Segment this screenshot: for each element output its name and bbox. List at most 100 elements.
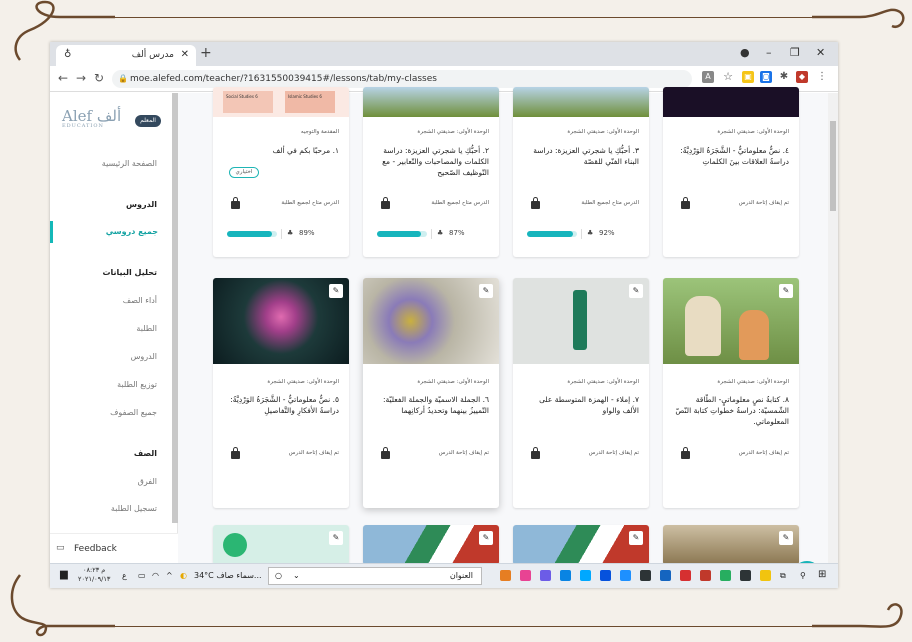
chrome-icon[interactable] — [720, 570, 731, 581]
forward-button[interactable]: → — [76, 71, 86, 85]
app-icon[interactable] — [680, 570, 691, 581]
clock[interactable]: م ٠٨:٢٣ ٢٠٢١/٠٩/١٣ — [78, 566, 110, 584]
extensions-puzzle-icon[interactable]: ✱ — [778, 71, 790, 83]
edit-icon[interactable]: ✎ — [479, 531, 493, 545]
app-icon[interactable] — [640, 570, 651, 581]
lock-icon[interactable] — [531, 447, 540, 459]
new-tab-button[interactable]: + — [200, 45, 212, 61]
extension-icon[interactable]: ◆ — [796, 71, 808, 83]
lock-icon[interactable] — [681, 197, 690, 209]
scrollbar-thumb[interactable] — [830, 121, 836, 211]
progress-percent: 87% — [449, 229, 465, 237]
lesson-card-5[interactable]: ✎ الوحدة الأولى: صديقتي الشجرة ٥. نصٌّ م… — [213, 278, 349, 508]
alef-logo[interactable]: Alef ألف EDUCATION — [62, 107, 121, 129]
extension-icon[interactable]: ▣ — [742, 71, 754, 83]
lesson-card-3[interactable]: الوحدة الأولى: صديقتي الشجرة ٣. أحبُّكِ … — [513, 87, 649, 257]
sidebar-scrollbar[interactable] — [172, 93, 178, 523]
card-title[interactable]: ٢. أحبُّكِ يا شجرتي العزيزة: دراسة الكلم… — [371, 145, 489, 178]
sidebar-item-all-classes[interactable]: جميع الصفوف — [110, 408, 157, 417]
store-icon[interactable] — [740, 570, 751, 581]
card-title[interactable]: ٧. إملاء - الهمزة المتوسطة على الألف وال… — [521, 394, 639, 416]
bookmark-star-icon[interactable]: ☆ — [722, 71, 734, 83]
lock-icon[interactable] — [231, 447, 240, 459]
lesson-card-12[interactable]: ✎ — [663, 525, 799, 565]
card-title[interactable]: ٥. نصٌّ معلوماتيٌّ - الشَّجَرَةُ الوَرْد… — [221, 394, 339, 416]
extension-icon[interactable]: ◙ — [760, 71, 772, 83]
search-icon[interactable]: ⚲ — [800, 571, 806, 580]
close-window-button[interactable]: ✕ — [816, 46, 825, 59]
file-explorer-icon[interactable] — [760, 570, 771, 581]
sidebar-item-students[interactable]: الطلبة — [136, 324, 157, 333]
restore-button[interactable]: ❐ — [790, 46, 800, 59]
active-indicator — [50, 221, 53, 243]
unlock-icon[interactable] — [531, 197, 540, 209]
lock-icon[interactable] — [381, 447, 390, 459]
lesson-card-11[interactable]: ✎ — [513, 525, 649, 565]
reload-button[interactable]: ↻ — [94, 71, 104, 85]
battery-icon[interactable]: ▭ — [138, 571, 146, 580]
sidebar-item-teams[interactable]: الفرق — [138, 477, 157, 486]
lesson-card-7[interactable]: ✎ الوحدة الأولى: صديقتي الشجرة ٧. إملاء … — [513, 278, 649, 508]
app-icon[interactable] — [700, 570, 711, 581]
url-input[interactable]: 🔒 moe.alefed.com/teacher/?1631550039415#… — [112, 70, 692, 88]
edit-icon[interactable]: ✎ — [779, 284, 793, 298]
app-icon[interactable] — [560, 570, 571, 581]
lesson-card-2[interactable]: الوحدة الأولى: صديقتي الشجرة ٢. أحبُّكِ … — [363, 87, 499, 257]
browser-tab[interactable]: ♁ مدرس ألف ✕ — [56, 45, 196, 66]
edit-icon[interactable]: ✎ — [329, 284, 343, 298]
lesson-card-10[interactable]: ✎ — [363, 525, 499, 565]
edit-icon[interactable]: ✎ — [629, 531, 643, 545]
wifi-icon[interactable]: ◠ — [152, 571, 159, 580]
sidebar-item-class-performance[interactable]: أداء الصف — [123, 296, 157, 305]
card-status: تم إيقاف إتاحة الدرس — [288, 450, 339, 456]
windows-start-icon[interactable]: ⊞ — [818, 569, 826, 580]
task-view-icon[interactable]: ⧉ — [780, 571, 786, 581]
page-scrollbar[interactable] — [828, 93, 838, 563]
teams-icon[interactable] — [540, 570, 551, 581]
notification-icon[interactable]: ▆ — [60, 569, 68, 580]
card-title[interactable]: ٦. الجملة الاسميّة والجملة الفعليّة: الت… — [371, 394, 489, 416]
clock-date: ٢٠٢١/٠٩/١٣ — [78, 575, 111, 583]
sidebar-item-student-registration[interactable]: تسجيل الطلبة — [111, 504, 157, 513]
lesson-card-8[interactable]: ✎ الوحدة الأولى: صديقتي الشجرة ٨. كتابةُ… — [663, 278, 799, 508]
card-title[interactable]: ١. مرحبًا بكم في ألف — [221, 145, 339, 156]
chevron-up-icon[interactable]: ^ — [166, 571, 173, 580]
lesson-card-6[interactable]: ✎ الوحدة الأولى: صديقتي الشجرة ٦. الجملة… — [363, 278, 499, 508]
sidebar-item-all-lessons[interactable]: جميع دروسي — [50, 221, 178, 243]
card-title[interactable]: ٨. كتابةُ نصٍ معلوماتيٍ- الطّاقة الشّمسي… — [671, 394, 789, 427]
app-icon[interactable] — [520, 570, 531, 581]
profile-icon[interactable]: ● — [740, 46, 750, 59]
unlock-icon[interactable] — [231, 197, 240, 209]
app-icon[interactable] — [580, 570, 591, 581]
tab-bar: ♁ مدرس ألف ✕ + ● – ❐ ✕ — [50, 42, 838, 66]
minimize-button[interactable]: – — [766, 46, 772, 59]
lesson-card-4[interactable]: الوحدة الأولى: صديقتي الشجرة ٤. نصٌّ معل… — [663, 87, 799, 257]
weather-text[interactable]: 34°C سماء صاف... — [194, 571, 262, 580]
sidebar-item-lessons[interactable]: الدروس — [131, 352, 157, 361]
translate-icon[interactable]: A — [702, 71, 714, 83]
app-icon[interactable] — [620, 570, 631, 581]
edit-icon[interactable]: ✎ — [629, 284, 643, 298]
sidebar-item-student-distribution[interactable]: توزيع الطلبة — [117, 380, 157, 389]
sidebar-item-home[interactable]: الصفحة الرئيسية — [102, 159, 157, 168]
divider — [281, 229, 282, 239]
lesson-card-1[interactable]: Social Studies 6 Islamic Studies 6 المقد… — [213, 87, 349, 257]
card-title[interactable]: ٤. نصٌّ معلوماتيٌّ - الشَّجَرَةُ الوَرْد… — [671, 145, 789, 167]
unlock-icon[interactable] — [381, 197, 390, 209]
rating-icon: ♣ — [437, 229, 444, 237]
app-icon[interactable] — [660, 570, 671, 581]
taskbar-search-input[interactable]: ○ ⌄ العنوان — [268, 567, 482, 585]
app-icon[interactable] — [500, 570, 511, 581]
tab-close-icon[interactable]: ✕ — [181, 49, 189, 60]
lesson-card-9[interactable]: ✎ — [213, 525, 349, 565]
card-title[interactable]: ٣. أحبُّكِ يا شجرتي العزيزة: دراسة البنا… — [521, 145, 639, 167]
lock-icon[interactable] — [681, 447, 690, 459]
edit-icon[interactable]: ✎ — [479, 284, 493, 298]
edit-icon[interactable]: ✎ — [779, 531, 793, 545]
language-indicator[interactable]: ع — [122, 571, 127, 580]
feedback-button[interactable]: ▭ Feedback — [50, 533, 178, 563]
edit-icon[interactable]: ✎ — [329, 531, 343, 545]
back-button[interactable]: ← — [58, 71, 68, 85]
app-icon[interactable] — [600, 570, 611, 581]
menu-kebab-icon[interactable]: ⋮ — [816, 71, 828, 83]
